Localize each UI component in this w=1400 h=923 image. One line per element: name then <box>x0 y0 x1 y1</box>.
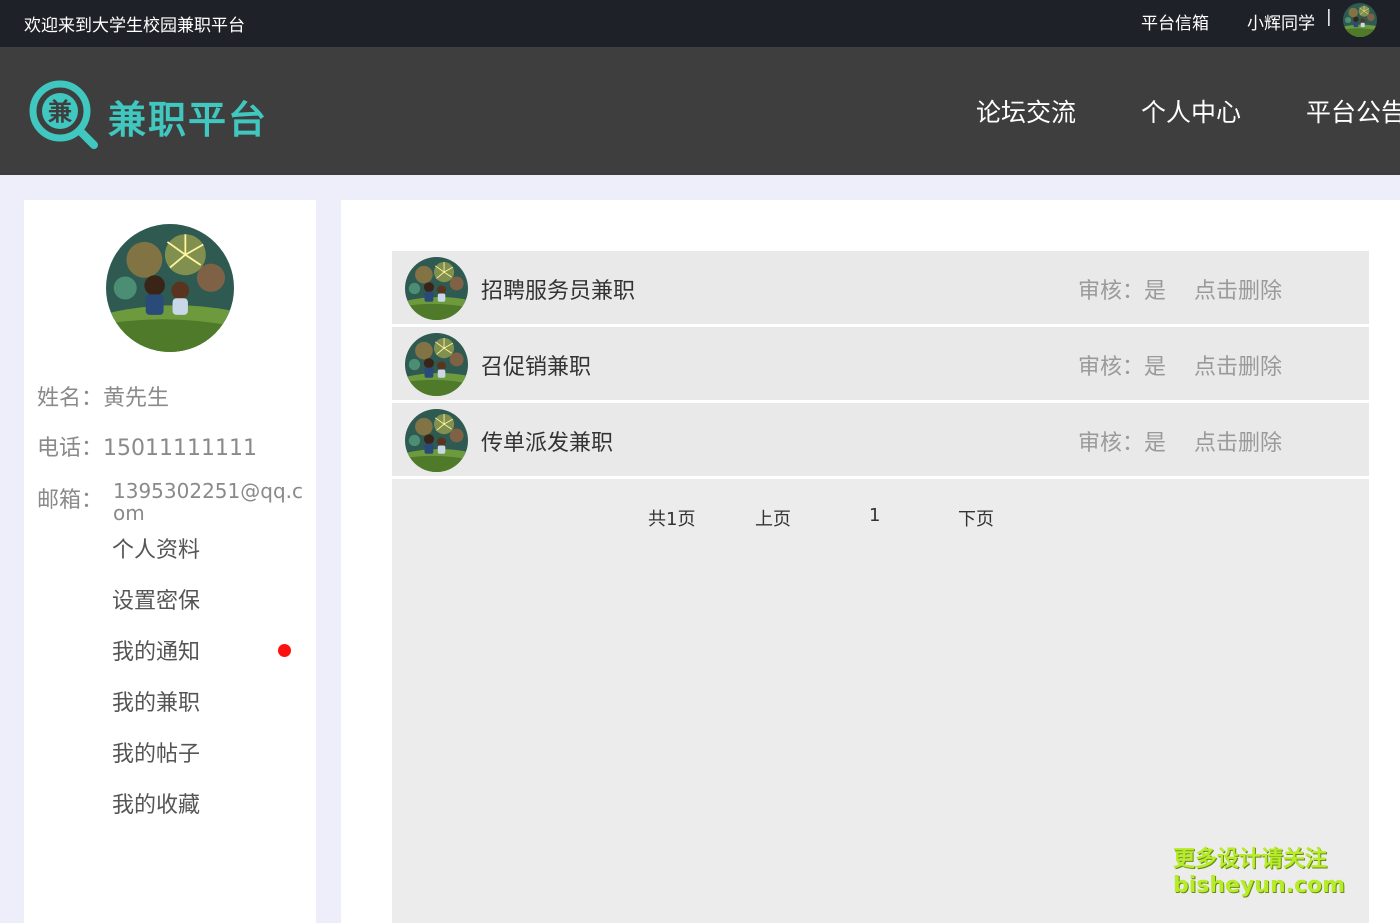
top-bar: 欢迎来到大学生校园兼职平台 平台信箱 小辉同学 | <box>0 0 1400 47</box>
audit-status: 审核：是 <box>1078 431 1167 456</box>
job-row[interactable]: 传单派发兼职 审核：是 点击删除 <box>392 403 1369 479</box>
name-value: 黄先生 <box>103 386 170 411</box>
job-thumbnail <box>405 257 468 320</box>
delete-button[interactable]: 点击删除 <box>1194 425 1282 457</box>
menu-my-jobs[interactable]: 我的兼职 <box>112 685 200 717</box>
pager-next[interactable]: 下页 <box>958 505 994 531</box>
job-row[interactable]: 招聘服务员兼职 审核：是 点击删除 <box>392 251 1369 327</box>
logo-char: 兼 <box>48 98 72 126</box>
delete-button[interactable]: 点击删除 <box>1194 273 1282 305</box>
watermark-line2: bisheyun.com <box>1173 873 1346 898</box>
job-title[interactable]: 召促销兼职 <box>481 349 591 381</box>
notification-dot <box>278 644 291 657</box>
user-avatar[interactable] <box>1343 3 1377 37</box>
menu-profile[interactable]: 个人资料 <box>112 532 200 564</box>
nav-forum[interactable]: 论坛交流 <box>976 93 1076 129</box>
welcome-text: 欢迎来到大学生校园兼职平台 <box>24 16 245 36</box>
phone-row: 电话：15011111111 <box>37 430 257 462</box>
separator: | <box>1326 7 1332 27</box>
nav-announcements[interactable]: 平台公告 <box>1306 93 1400 129</box>
profile-avatar <box>106 224 234 352</box>
job-title[interactable]: 招聘服务员兼职 <box>481 273 635 305</box>
email-value: 1395302251@qq.com <box>113 479 303 525</box>
logo-icon[interactable]: 兼 <box>28 79 100 151</box>
job-row[interactable]: 召促销兼职 审核：是 点击删除 <box>392 327 1369 403</box>
audit-status: 审核：是 <box>1078 355 1167 380</box>
job-thumbnail <box>405 333 468 396</box>
email-label: 邮箱： <box>37 488 104 513</box>
mailbox-link[interactable]: 平台信箱 <box>1141 9 1209 34</box>
profile-sidebar: 姓名：黄先生 电话：15011111111 邮箱： 1395302251@qq.… <box>24 200 316 923</box>
nav-personal-center[interactable]: 个人中心 <box>1141 93 1241 129</box>
header: 兼 兼职平台 论坛交流 个人中心 平台公告 <box>0 47 1400 175</box>
main-panel: 招聘服务员兼职 审核：是 点击删除 召促销兼职 审核：是 点击删除 传单派发兼职… <box>341 200 1400 923</box>
audit-status: 审核：是 <box>1078 279 1167 304</box>
pager-total: 共1页 <box>648 509 696 530</box>
job-title[interactable]: 传单派发兼职 <box>481 425 613 457</box>
menu-security[interactable]: 设置密保 <box>112 583 200 615</box>
menu-notifications[interactable]: 我的通知 <box>112 634 200 666</box>
username-link[interactable]: 小辉同学 <box>1247 9 1315 34</box>
phone-value: 15011111111 <box>103 436 257 461</box>
watermark-line1: 更多设计请关注 <box>1173 847 1328 872</box>
brand-name[interactable]: 兼职平台 <box>108 89 268 144</box>
name-label: 姓名： <box>37 386 104 411</box>
name-row: 姓名：黄先生 <box>37 380 169 412</box>
pager-prev[interactable]: 上页 <box>755 505 791 531</box>
menu-my-posts[interactable]: 我的帖子 <box>112 736 200 768</box>
job-list: 招聘服务员兼职 审核：是 点击删除 召促销兼职 审核：是 点击删除 传单派发兼职… <box>392 251 1369 923</box>
delete-button[interactable]: 点击删除 <box>1194 349 1282 381</box>
menu-favorites[interactable]: 我的收藏 <box>112 787 200 819</box>
watermark: 更多设计请关注 bisheyun.com <box>1173 847 1345 899</box>
phone-label: 电话： <box>37 436 104 461</box>
pager-current[interactable]: 1 <box>869 505 880 526</box>
job-thumbnail <box>405 409 468 472</box>
